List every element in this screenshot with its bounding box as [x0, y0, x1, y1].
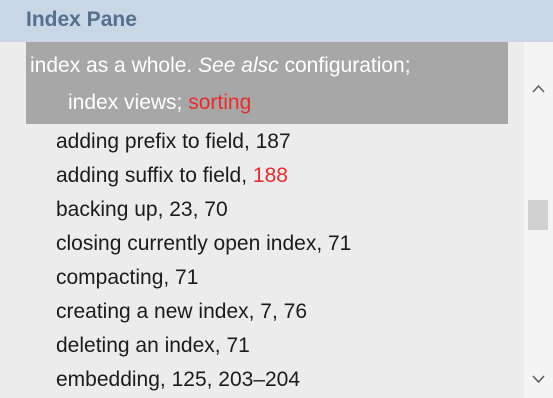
subentry-red-locator: 188 — [252, 164, 288, 187]
index-pane-body: index as a whole. See alsc configuration… — [0, 42, 553, 398]
chevron-up-icon[interactable] — [524, 78, 553, 102]
main-entry-text: index as a whole. — [30, 54, 199, 77]
subentry[interactable]: closing currently open index, 71 — [56, 231, 351, 257]
subentry[interactable]: backing up, 23, 70 — [56, 197, 228, 223]
main-entry-line-2[interactable]: index views; sorting — [68, 90, 251, 116]
subentry[interactable]: deleting an index, 71 — [56, 333, 250, 359]
main-entry-crossref-2: index views; — [68, 91, 189, 114]
index-pane-header: Index Pane — [0, 0, 553, 42]
subentry[interactable]: embedding, 125, 203–204 — [56, 367, 300, 393]
pane-title: Index Pane — [26, 8, 137, 31]
subentry[interactable]: adding suffix to field, 188 — [56, 163, 288, 189]
subentry-text: creating a new index, 7, 76 — [56, 300, 307, 323]
subentry-text: backing up, 23, 70 — [56, 198, 228, 221]
subentry-text: embedding, 125, 203–204 — [56, 368, 301, 391]
main-entry-red-crossref: sorting — [188, 91, 252, 114]
scrollbar-thumb[interactable] — [528, 200, 548, 230]
subentry-text: deleting an index, 71 — [56, 334, 250, 357]
main-entry-crossref: configuration; — [278, 54, 411, 77]
subentry[interactable]: compacting, 71 — [56, 265, 198, 291]
subentry[interactable]: creating a new index, 7, 76 — [56, 299, 307, 325]
vertical-scrollbar[interactable] — [524, 42, 553, 398]
see-also-label: See alsc — [198, 54, 279, 77]
main-entry-line-1[interactable]: index as a whole. See alsc configuration… — [30, 53, 411, 79]
chevron-down-icon[interactable] — [524, 368, 553, 392]
subentry-text: closing currently open index, 71 — [56, 232, 352, 255]
subentry[interactable]: adding prefix to field, 187 — [56, 129, 291, 155]
subentry-text: adding prefix to field, 187 — [56, 130, 291, 153]
subentry-text: adding suffix to field, — [56, 164, 253, 187]
subentry-text: compacting, 71 — [56, 266, 199, 289]
index-entry-list: index as a whole. See alsc configuration… — [0, 42, 524, 398]
